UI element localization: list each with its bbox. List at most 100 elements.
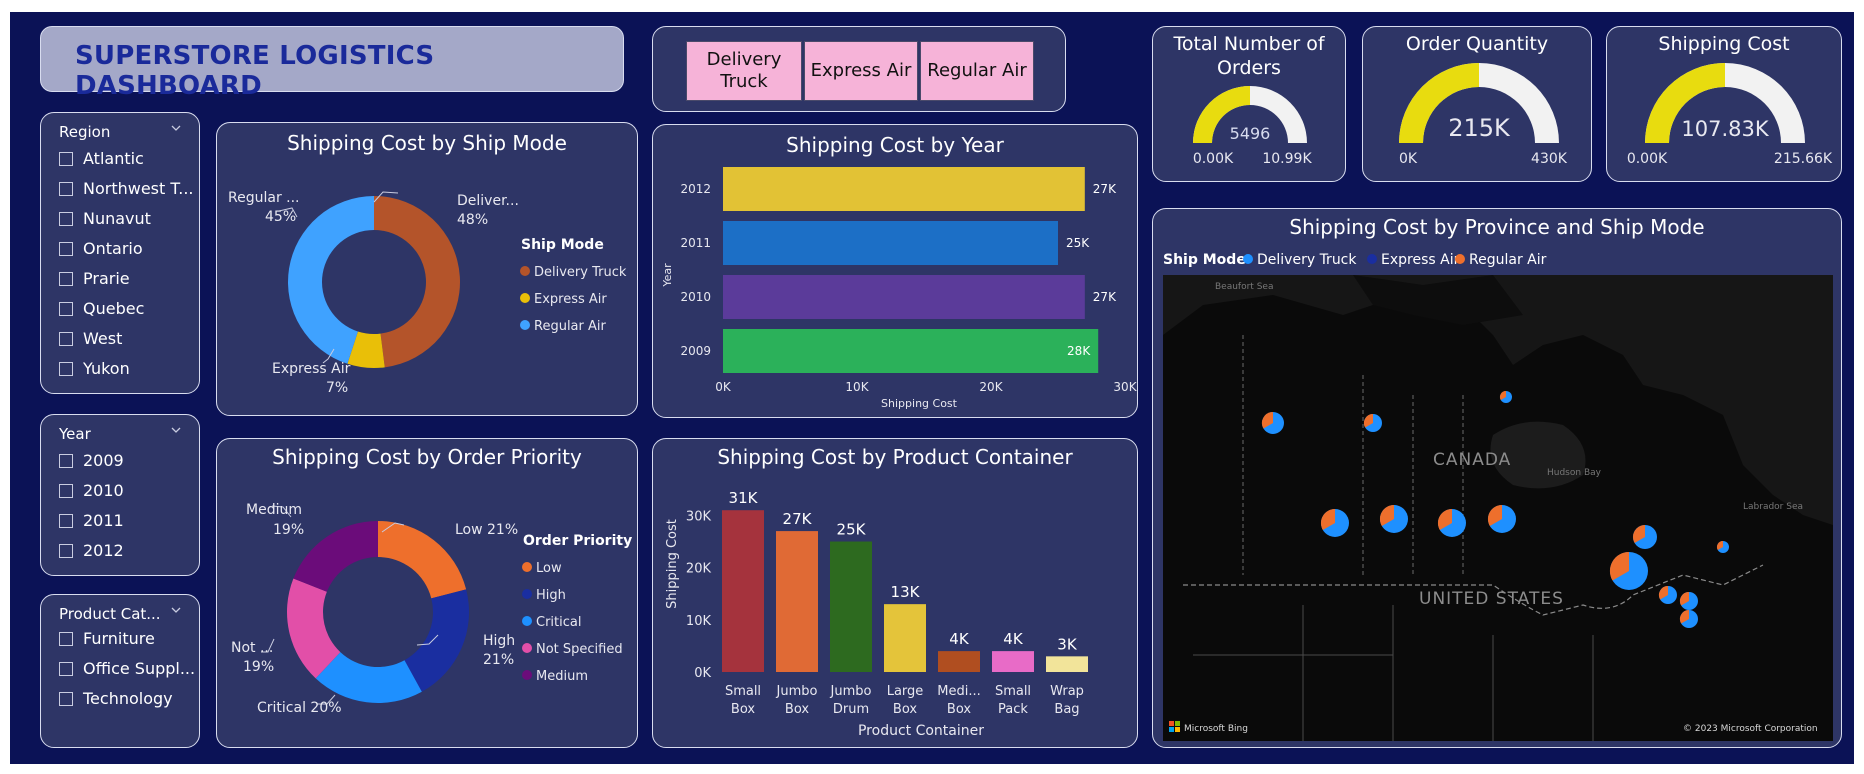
checkbox[interactable] xyxy=(59,514,73,528)
container-data-label: 27K xyxy=(783,510,813,528)
option-label: 2010 xyxy=(83,481,124,500)
checkbox[interactable] xyxy=(59,362,73,376)
checkbox[interactable] xyxy=(59,454,73,468)
product-category-slicer: Product Cat... Furniture Office Suppl...… xyxy=(40,594,200,748)
priority-slice[interactable] xyxy=(404,589,469,692)
container-data-label: 4K xyxy=(1003,630,1024,648)
province-map[interactable]: CANADA UNITED STATES Beaufort Sea Hudson… xyxy=(1163,275,1833,741)
checkbox[interactable] xyxy=(59,332,73,346)
legend-dot xyxy=(1367,254,1377,264)
slicer-option-2011[interactable]: 2011 xyxy=(59,511,124,530)
slicer-option-2010[interactable]: 2010 xyxy=(59,481,124,500)
container-bar[interactable] xyxy=(722,510,764,672)
priority-legend-item: Medium xyxy=(536,669,588,684)
chevron-down-icon[interactable] xyxy=(171,605,181,615)
map-label-usa: UNITED STATES xyxy=(1419,589,1564,609)
option-label: Nunavut xyxy=(83,209,151,228)
year-bar[interactable] xyxy=(723,221,1058,265)
slicer-option-atlantic[interactable]: Atlantic xyxy=(59,149,144,168)
legend-dot xyxy=(520,320,530,330)
year-bar[interactable] xyxy=(723,275,1085,319)
year-x-tick: 20K xyxy=(979,380,1003,394)
regular-air-button[interactable]: Regular Air xyxy=(920,41,1034,101)
express-air-button-label: Express Air xyxy=(810,60,912,81)
checkbox[interactable] xyxy=(59,242,73,256)
option-label: Quebec xyxy=(83,299,145,318)
checkbox[interactable] xyxy=(59,182,73,196)
checkbox[interactable] xyxy=(59,544,73,558)
container-bar[interactable] xyxy=(776,531,818,672)
option-label: 2012 xyxy=(83,541,124,560)
slicer-option-technology[interactable]: Technology xyxy=(59,689,173,708)
map-legend-title: Ship Mode xyxy=(1163,252,1246,268)
chevron-down-icon[interactable] xyxy=(171,425,181,435)
checkbox[interactable] xyxy=(59,152,73,166)
quantity-kpi-value: 215K xyxy=(1448,114,1511,142)
legend-dot xyxy=(522,589,532,599)
container-bar[interactable] xyxy=(1046,656,1088,672)
checkbox[interactable] xyxy=(59,692,73,706)
priority-donut-chart: Low 21% High 21% Critical 20% Not ... 19… xyxy=(231,502,632,716)
checkbox[interactable] xyxy=(59,212,73,226)
map-title: Shipping Cost by Province and Ship Mode xyxy=(1289,215,1705,239)
container-bar[interactable] xyxy=(938,651,980,672)
slicer-option-ontario[interactable]: Ontario xyxy=(59,239,143,258)
slicer-option-quebec[interactable]: Quebec xyxy=(59,299,144,318)
priority-slice[interactable] xyxy=(378,521,467,599)
priority-legend-item: Low xyxy=(536,561,562,576)
slicer-option-prarie[interactable]: Prarie xyxy=(59,269,130,288)
year-category-label: 2009 xyxy=(680,344,711,358)
bing-logo-icon xyxy=(1169,727,1174,732)
container-bar[interactable] xyxy=(830,541,872,672)
map-label-labrador: Labrador Sea xyxy=(1743,502,1803,512)
checkbox[interactable] xyxy=(59,272,73,286)
slicer-option-furniture[interactable]: Furniture xyxy=(59,629,155,648)
slicer-option-2009[interactable]: 2009 xyxy=(59,451,124,470)
year-x-tick: 10K xyxy=(845,380,869,394)
priority-chart-card: Shipping Cost by Order Priority Low 21% … xyxy=(216,438,638,748)
chevron-down-icon[interactable] xyxy=(171,123,181,133)
container-bar[interactable] xyxy=(884,604,926,672)
ship-mode-slice[interactable] xyxy=(374,196,461,368)
container-y-tick: 10K xyxy=(686,614,712,629)
slice-label-not-specified: Not ... xyxy=(231,640,273,656)
slicer-option-yukon[interactable]: Yukon xyxy=(59,359,130,378)
slicer-option-northwest[interactable]: Northwest T... xyxy=(59,179,194,198)
shipping-gauge: 107.83K 0.00K 215.66K xyxy=(1627,63,1833,167)
container-data-label: 3K xyxy=(1057,635,1078,653)
slicer-option-west[interactable]: West xyxy=(59,329,122,348)
slicer-option-office-supplies[interactable]: Office Suppl... xyxy=(59,659,195,678)
container-category-label: Medi... xyxy=(937,684,980,699)
product-category-slicer-label: Product Cat... xyxy=(59,605,161,623)
container-bar-chart: 0K 10K 20K 30K 31K Small Box 27K Jumbo Box 25K Jumb… xyxy=(665,489,1088,739)
region-slicer: Region Atlantic Northwest T... Nunavut O… xyxy=(40,112,200,394)
checkbox[interactable] xyxy=(59,484,73,498)
bing-logo-icon xyxy=(1175,727,1180,732)
container-chart-card: Shipping Cost by Product Container 0K 10K… xyxy=(652,438,1138,748)
slice-label-low: Low 21% xyxy=(455,522,518,538)
checkbox[interactable] xyxy=(59,662,73,676)
container-bar[interactable] xyxy=(992,651,1034,672)
quantity-gauge-max: 430K xyxy=(1531,151,1568,167)
year-y-axis-title: Year xyxy=(661,263,674,288)
region-slicer-label: Region xyxy=(59,123,111,141)
container-data-label: 13K xyxy=(891,583,921,601)
checkbox[interactable] xyxy=(59,632,73,646)
ship-mode-chart-card: Shipping Cost by Ship Mode Deliver... 48… xyxy=(216,122,638,416)
option-label: Furniture xyxy=(83,629,155,648)
container-category-label: Drum xyxy=(833,702,869,717)
slice-label-critical: Critical 20% xyxy=(257,700,342,716)
slicer-option-nunavut[interactable]: Nunavut xyxy=(59,209,151,228)
year-category-label: 2010 xyxy=(680,290,711,304)
checkbox[interactable] xyxy=(59,302,73,316)
year-bar[interactable] xyxy=(723,167,1085,211)
delivery-truck-button[interactable]: Delivery Truck xyxy=(686,41,802,101)
year-x-axis-title: Shipping Cost xyxy=(881,397,958,410)
map-card: Shipping Cost by Province and Ship Mode … xyxy=(1152,208,1842,748)
slice-label-high: High xyxy=(483,633,515,649)
slicer-option-2012[interactable]: 2012 xyxy=(59,541,124,560)
priority-legend-item: Critical xyxy=(536,615,581,630)
priority-slice[interactable] xyxy=(293,521,378,592)
year-bar[interactable] xyxy=(723,329,1099,373)
express-air-button[interactable]: Express Air xyxy=(804,41,918,101)
